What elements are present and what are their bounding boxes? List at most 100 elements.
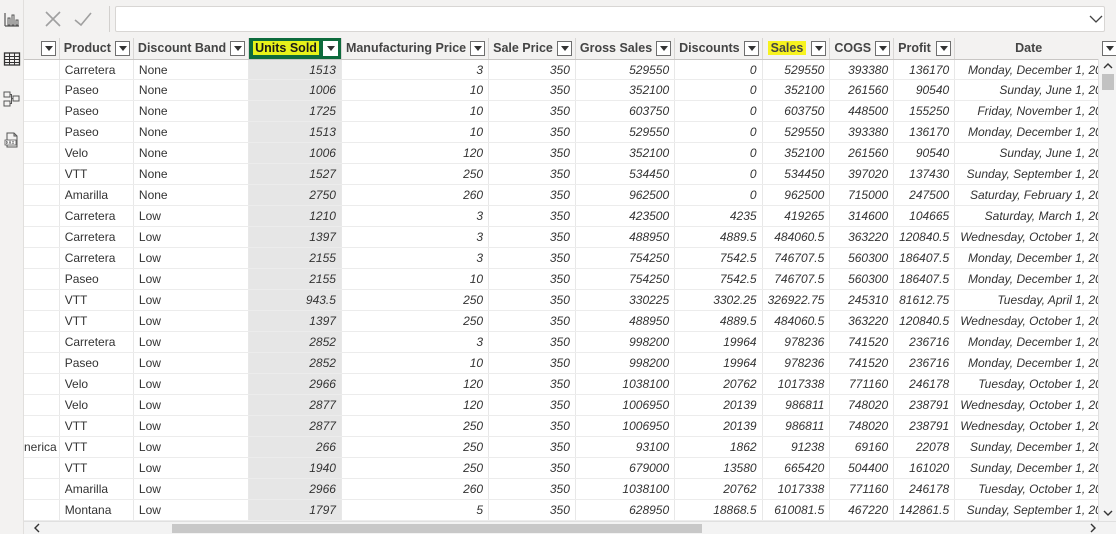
scroll-right-icon[interactable] xyxy=(1088,523,1098,533)
product-cell[interactable]: VTT xyxy=(59,163,134,185)
discount-band-cell[interactable]: None xyxy=(133,163,250,185)
discount-band-cell[interactable]: None xyxy=(133,142,250,164)
gross-sales-cell[interactable]: 962500 xyxy=(575,184,676,206)
discount-band-cell[interactable]: Low xyxy=(133,331,250,353)
column-header-highlighted[interactable]: Sales xyxy=(762,38,831,60)
cogs-cell[interactable]: 393380 xyxy=(829,59,895,80)
column-header[interactable] xyxy=(24,38,60,60)
cogs-cell[interactable]: 741520 xyxy=(829,352,895,374)
data-view-icon[interactable] xyxy=(2,49,22,69)
country-cell[interactable] xyxy=(24,184,60,206)
sales-cell[interactable]: 603750 xyxy=(762,100,831,122)
units-sold-cell[interactable]: 1006 xyxy=(248,142,342,164)
country-cell[interactable] xyxy=(24,331,60,353)
gross-sales-cell[interactable]: 998200 xyxy=(575,352,676,374)
sales-cell[interactable]: 529550 xyxy=(762,59,831,80)
discount-band-cell[interactable]: Low xyxy=(133,394,250,416)
gross-sales-cell[interactable]: 93100 xyxy=(575,436,676,458)
country-cell[interactable] xyxy=(24,100,60,122)
sales-cell[interactable]: 326922.75 xyxy=(762,289,831,311)
vertical-scroll-thumb[interactable] xyxy=(1102,74,1114,90)
discounts-cell[interactable]: 13580 xyxy=(674,457,763,479)
vertical-scrollbar[interactable] xyxy=(1098,59,1116,521)
units-sold-cell[interactable]: 2750 xyxy=(248,184,342,206)
cogs-cell[interactable]: 245310 xyxy=(829,289,895,311)
date-cell[interactable]: Monday, December 1, 2014 xyxy=(954,247,1116,269)
sale-price-cell[interactable]: 350 xyxy=(488,289,576,311)
filter-dropdown-icon[interactable] xyxy=(114,41,130,56)
profit-cell[interactable]: 120840.5 xyxy=(893,226,956,248)
column-header[interactable]: Date xyxy=(954,38,1116,60)
country-cell[interactable] xyxy=(24,394,60,416)
product-cell[interactable]: Montana xyxy=(59,499,134,521)
report-view-icon[interactable] xyxy=(2,9,22,29)
product-cell[interactable]: Velo xyxy=(59,142,134,164)
discount-band-cell[interactable]: Low xyxy=(133,289,250,311)
country-cell[interactable] xyxy=(24,457,60,479)
manufacturing-price-cell[interactable]: 3 xyxy=(341,226,490,248)
units-sold-cell[interactable]: 2852 xyxy=(248,331,342,353)
date-cell[interactable]: Sunday, September 1, 2013 xyxy=(954,163,1116,185)
table-row[interactable]: Carretera Low 1397 3 350 488950 4889.5 484060.5… xyxy=(24,226,1116,248)
date-cell[interactable]: Wednesday, October 1, 2014 xyxy=(954,415,1116,437)
discount-band-cell[interactable]: Low xyxy=(133,436,250,458)
dax-query-view-icon[interactable] xyxy=(2,130,22,150)
cogs-cell[interactable]: 363220 xyxy=(829,226,895,248)
country-cell[interactable] xyxy=(24,163,60,185)
sale-price-cell[interactable]: 350 xyxy=(488,142,576,164)
formula-input[interactable] xyxy=(115,6,1105,32)
discount-band-cell[interactable]: None xyxy=(133,59,250,80)
manufacturing-price-cell[interactable]: 260 xyxy=(341,184,490,206)
sales-cell[interactable]: 610081.5 xyxy=(762,499,831,521)
units-sold-cell[interactable]: 1527 xyxy=(248,163,342,185)
date-cell[interactable]: Monday, December 1, 2014 xyxy=(954,59,1116,80)
filter-dropdown-icon[interactable] xyxy=(556,41,572,56)
sales-cell[interactable]: 978236 xyxy=(762,331,831,353)
sale-price-cell[interactable]: 350 xyxy=(488,415,576,437)
filter-dropdown-icon[interactable] xyxy=(470,41,486,56)
profit-cell[interactable]: 186407.5 xyxy=(893,268,956,290)
product-cell[interactable]: Carretera xyxy=(59,331,134,353)
product-cell[interactable]: Paseo xyxy=(59,121,134,143)
filter-dropdown-icon[interactable] xyxy=(875,41,891,56)
table-row[interactable]: Amarilla Low 2966 260 350 1038100 20762 1017338… xyxy=(24,478,1116,500)
cogs-cell[interactable]: 393380 xyxy=(829,121,895,143)
discount-band-cell[interactable]: Low xyxy=(133,247,250,269)
discount-band-cell[interactable]: None xyxy=(133,184,250,206)
profit-cell[interactable]: 247500 xyxy=(893,184,956,206)
country-cell[interactable] xyxy=(24,310,60,332)
country-cell[interactable] xyxy=(24,142,60,164)
discounts-cell[interactable]: 7542.5 xyxy=(674,268,763,290)
product-cell[interactable]: VTT xyxy=(59,457,134,479)
cogs-cell[interactable]: 504400 xyxy=(829,457,895,479)
manufacturing-price-cell[interactable]: 250 xyxy=(341,310,490,332)
gross-sales-cell[interactable]: 679000 xyxy=(575,457,676,479)
table-row[interactable]: Paseo Low 2852 10 350 998200 19964 978236 741520… xyxy=(24,352,1116,374)
manufacturing-price-cell[interactable]: 260 xyxy=(341,478,490,500)
product-cell[interactable]: Paseo xyxy=(59,100,134,122)
country-cell[interactable] xyxy=(24,352,60,374)
sales-cell[interactable]: 746707.5 xyxy=(762,268,831,290)
discount-band-cell[interactable]: Low xyxy=(133,268,250,290)
sale-price-cell[interactable]: 350 xyxy=(488,121,576,143)
date-cell[interactable]: Tuesday, October 1, 2013 xyxy=(954,478,1116,500)
product-cell[interactable]: VTT xyxy=(59,310,134,332)
filter-dropdown-icon[interactable] xyxy=(656,41,672,56)
cancel-icon[interactable] xyxy=(42,8,64,30)
profit-cell[interactable]: 81612.75 xyxy=(893,289,956,311)
discounts-cell[interactable]: 0 xyxy=(674,121,763,143)
cogs-cell[interactable]: 771160 xyxy=(829,373,895,395)
filter-dropdown-icon[interactable] xyxy=(230,41,246,56)
product-cell[interactable]: Velo xyxy=(59,373,134,395)
date-cell[interactable]: Monday, December 1, 2014 xyxy=(954,268,1116,290)
product-cell[interactable]: VTT xyxy=(59,289,134,311)
units-sold-cell[interactable]: 2155 xyxy=(248,247,342,269)
discounts-cell[interactable]: 18868.5 xyxy=(674,499,763,521)
discounts-cell[interactable]: 1862 xyxy=(674,436,763,458)
gross-sales-cell[interactable]: 529550 xyxy=(575,121,676,143)
discount-band-cell[interactable]: Low xyxy=(133,352,250,374)
profit-cell[interactable]: 238791 xyxy=(893,415,956,437)
sales-cell[interactable]: 534450 xyxy=(762,163,831,185)
table-row[interactable]: Velo Low 2877 120 350 1006950 20139 986811 74802… xyxy=(24,394,1116,416)
manufacturing-price-cell[interactable]: 120 xyxy=(341,373,490,395)
